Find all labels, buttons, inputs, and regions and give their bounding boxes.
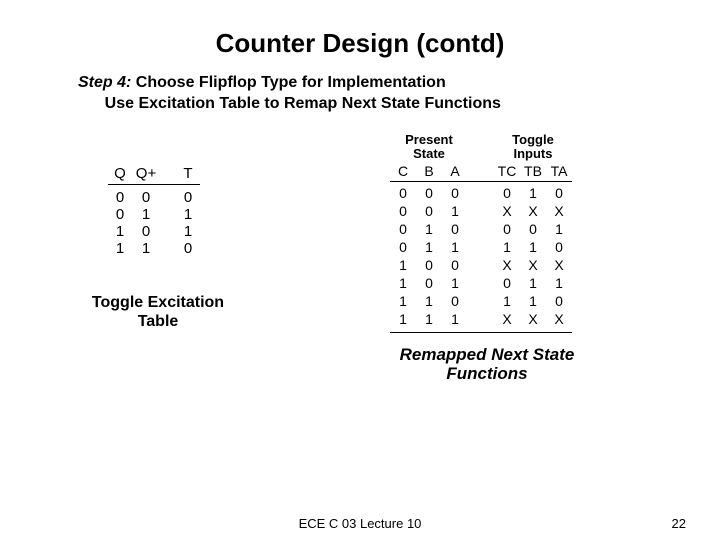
- remap-column-header: C B A TC TB TA: [390, 163, 572, 179]
- col-tc: TC: [494, 163, 520, 179]
- col-ta: TA: [546, 163, 572, 179]
- remap-row: 010001: [390, 221, 572, 239]
- col-a: A: [442, 163, 468, 179]
- content-area: Q Q+ T 000011101110 Toggle Excitation Ta…: [0, 133, 720, 433]
- col-b: B: [416, 163, 442, 179]
- remap-rule-top: [390, 181, 572, 182]
- excitation-caption: Toggle Excitation Table: [78, 293, 238, 331]
- excitation-header-row: Q Q+ T: [108, 165, 200, 182]
- step-line1: Choose Flipflop Type for Implementation: [136, 74, 446, 91]
- excitation-row: 000: [108, 189, 200, 206]
- remap-row: 100XXX: [390, 257, 572, 275]
- present-state-label: Present State: [390, 133, 468, 162]
- remap-row: 000010: [390, 185, 572, 203]
- excitation-row: 110: [108, 240, 200, 257]
- remap-caption: Remapped Next State Functions: [382, 345, 592, 384]
- toggle-inputs-label: Toggle Inputs: [494, 133, 572, 162]
- col-c: C: [390, 163, 416, 179]
- excitation-table: Q Q+ T 000011101110: [108, 165, 200, 257]
- remap-group-header: Present State Toggle Inputs: [390, 133, 572, 162]
- step-line2: Use Excitation Table to Remap Next State…: [105, 95, 501, 112]
- remap-row: 001XXX: [390, 203, 572, 221]
- slide-title: Counter Design (contd): [0, 0, 720, 59]
- remap-table: Present State Toggle Inputs C B A TC TB …: [390, 133, 572, 334]
- excitation-row: 101: [108, 223, 200, 240]
- remap-row: 111XXX: [390, 311, 572, 329]
- footer-page-number: 22: [672, 516, 686, 531]
- remap-row: 011110: [390, 239, 572, 257]
- col-tb: TB: [520, 163, 546, 179]
- excitation-rule: [108, 184, 200, 185]
- excitation-row: 011: [108, 206, 200, 223]
- step-block: Step 4: Choose Flipflop Type for Impleme…: [78, 73, 720, 115]
- col-t: T: [176, 165, 200, 182]
- col-q: Q: [108, 165, 132, 182]
- step-label: Step 4:: [78, 74, 131, 91]
- remap-rule-bottom: [390, 332, 572, 333]
- remap-row: 101011: [390, 275, 572, 293]
- remap-row: 110110: [390, 293, 572, 311]
- col-qplus: Q+: [132, 165, 160, 182]
- footer-lecture: ECE C 03 Lecture 10: [0, 516, 720, 531]
